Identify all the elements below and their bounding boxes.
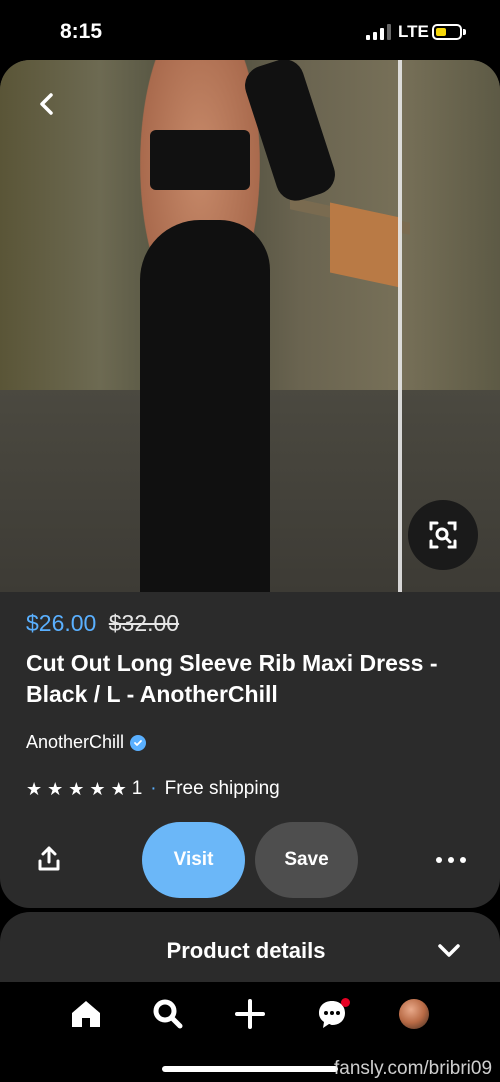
product-title: Cut Out Long Sleeve Rib Maxi Dress - Bla… — [26, 650, 438, 707]
home-icon — [72, 1001, 100, 1027]
star-icon: ★ — [68, 778, 85, 799]
product-details-toggle[interactable]: Product details — [0, 912, 500, 982]
star-icon: ★ — [110, 778, 127, 799]
status-bar: 8:15 LTE — [0, 0, 500, 60]
visit-button[interactable]: Visit — [142, 822, 245, 898]
separator-dot: · — [150, 778, 157, 799]
current-price: $26.00 — [26, 610, 97, 636]
product-image[interactable] — [0, 60, 500, 592]
nav-search[interactable] — [148, 994, 188, 1034]
nav-profile[interactable] — [394, 994, 434, 1034]
star-icon: ★ — [47, 778, 64, 799]
shipping-label: Free shipping — [164, 778, 280, 799]
chevron-left-icon — [40, 93, 53, 115]
rating-row: ★ ★ ★ ★ ★ 1 · Free shipping — [26, 778, 280, 800]
chevron-down-icon — [438, 944, 460, 957]
seller-name: AnotherChill — [26, 732, 125, 752]
search-icon — [153, 999, 183, 1029]
star-icon: ★ — [26, 778, 43, 799]
visual-search-button[interactable] — [408, 500, 478, 570]
save-button[interactable]: Save — [255, 822, 358, 898]
product-details-label: Product details — [166, 938, 326, 963]
plus-icon — [235, 999, 265, 1029]
profile-avatar — [399, 999, 429, 1029]
home-indicator — [162, 1066, 338, 1072]
network-label: LTE — [398, 22, 429, 41]
back-button[interactable] — [26, 84, 66, 124]
lens-search-icon — [429, 521, 457, 549]
status-time: 8:15 — [60, 20, 103, 43]
watermark: fansly.com/bribri09 — [334, 1058, 493, 1079]
battery-icon — [432, 24, 466, 40]
nav-messages[interactable] — [312, 994, 352, 1034]
seller-link[interactable]: AnotherChill — [26, 732, 147, 753]
original-price: $32.00 — [108, 610, 180, 636]
action-bar: Visit Save — [0, 822, 500, 898]
notification-dot — [341, 998, 350, 1007]
price-row: $26.00 $32.00 — [26, 610, 179, 637]
signal-icon — [366, 24, 391, 40]
rating-count: 1 — [131, 778, 143, 799]
nav-create[interactable] — [230, 994, 270, 1034]
verified-icon — [130, 734, 147, 751]
star-icon: ★ — [89, 778, 106, 799]
more-options-icon[interactable] — [436, 848, 466, 872]
share-icon — [38, 846, 60, 871]
share-button[interactable] — [34, 844, 64, 874]
nav-home[interactable] — [66, 994, 106, 1034]
product-card: $26.00 $32.00 Cut Out Long Sleeve Rib Ma… — [0, 60, 500, 908]
